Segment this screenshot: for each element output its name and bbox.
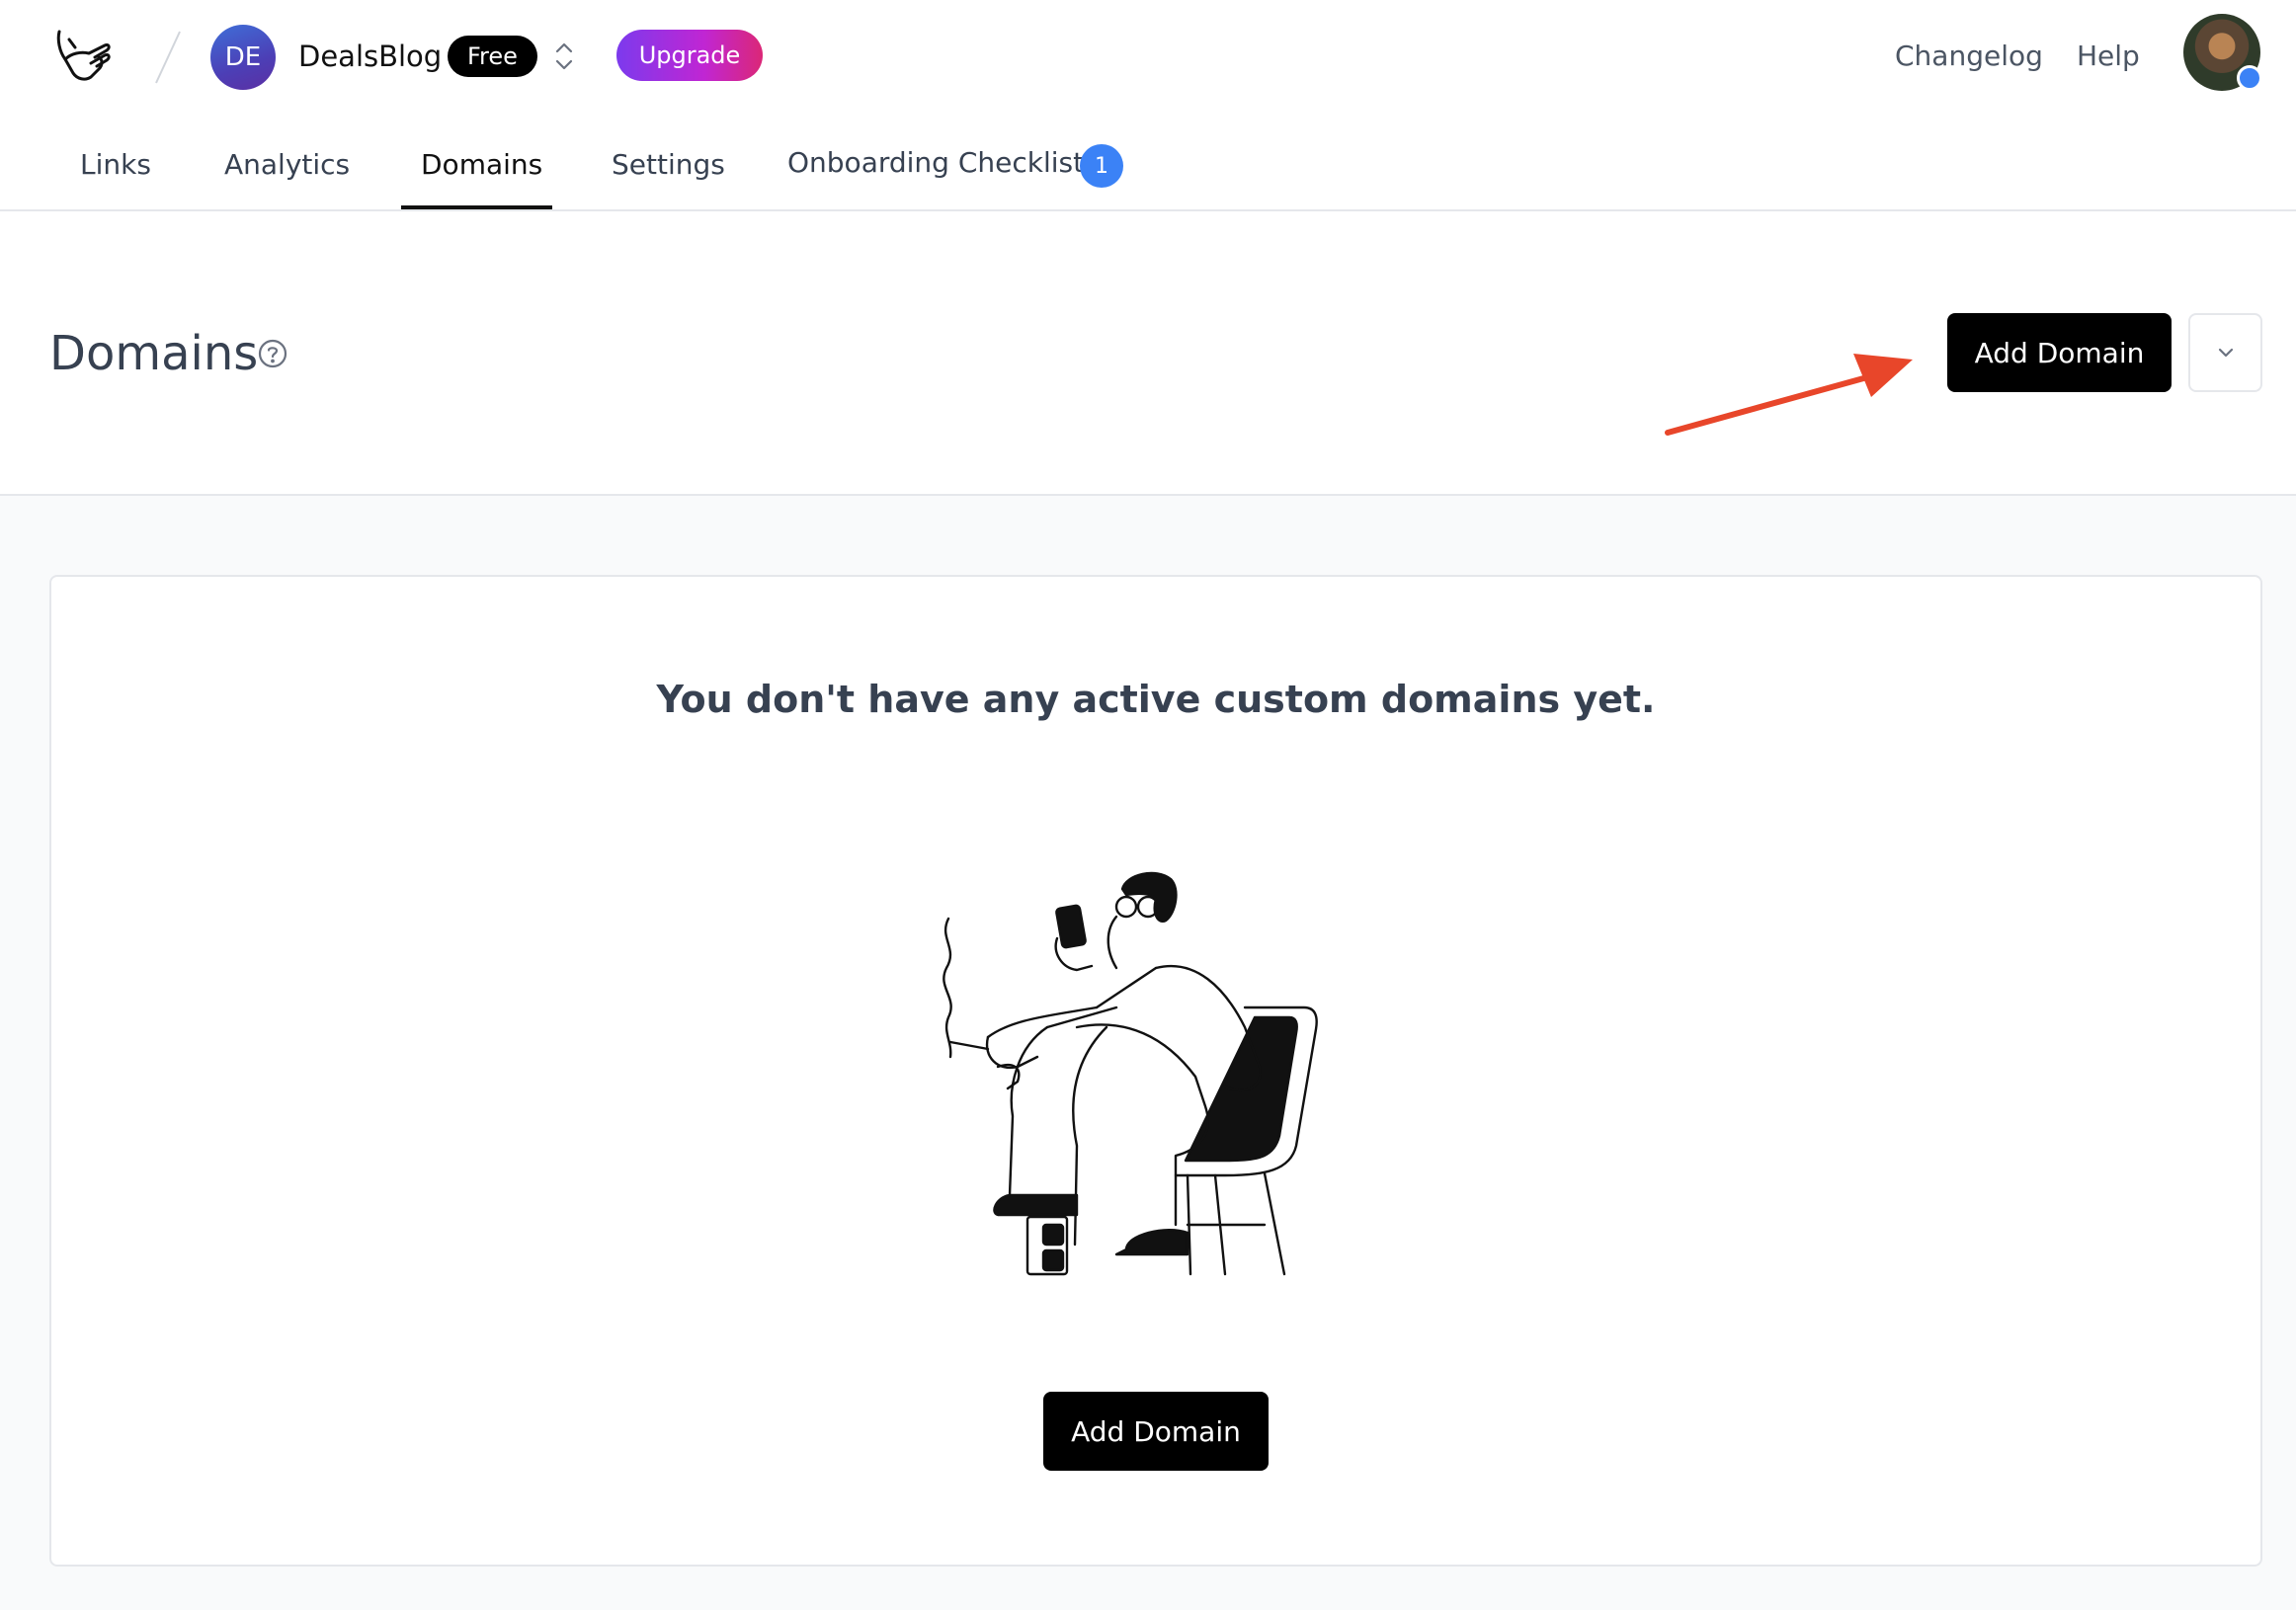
workspace-avatar[interactable]: DE	[210, 25, 276, 90]
empty-state-illustration	[943, 871, 1318, 1276]
tab-analytics[interactable]: Analytics	[224, 148, 350, 181]
upgrade-button[interactable]: Upgrade	[616, 30, 763, 81]
plan-badge: Free	[448, 36, 537, 77]
tab-links[interactable]: Links	[80, 148, 151, 181]
chevrons-up-down-icon[interactable]	[549, 40, 579, 73]
help-link[interactable]: Help	[2077, 40, 2140, 72]
chevron-down-icon	[2218, 348, 2233, 358]
annotation-arrow	[1665, 354, 1913, 436]
breadcrumb-separator	[155, 31, 181, 84]
empty-state-message: You don't have any active custom domains…	[656, 678, 1656, 721]
add-domain-button[interactable]: Add Domain	[1043, 1392, 1269, 1471]
add-domain-button[interactable]: Add Domain	[1947, 313, 2172, 392]
help-circle-icon[interactable]	[257, 338, 288, 369]
status-dot	[2237, 65, 2262, 91]
workspace-name[interactable]: DealsBlog	[298, 40, 442, 73]
tab-onboarding-checklist[interactable]: Onboarding Checklist	[787, 146, 1084, 179]
changelog-link[interactable]: Changelog	[1895, 40, 2043, 72]
more-options-button[interactable]	[2188, 313, 2262, 392]
page-title: Domains	[49, 326, 259, 381]
tab-domains[interactable]: Domains	[421, 148, 542, 181]
logo-icon[interactable]	[51, 26, 113, 87]
active-tab-indicator	[401, 205, 552, 209]
checklist-count-badge: 1	[1080, 144, 1123, 188]
tab-settings[interactable]: Settings	[612, 148, 725, 181]
